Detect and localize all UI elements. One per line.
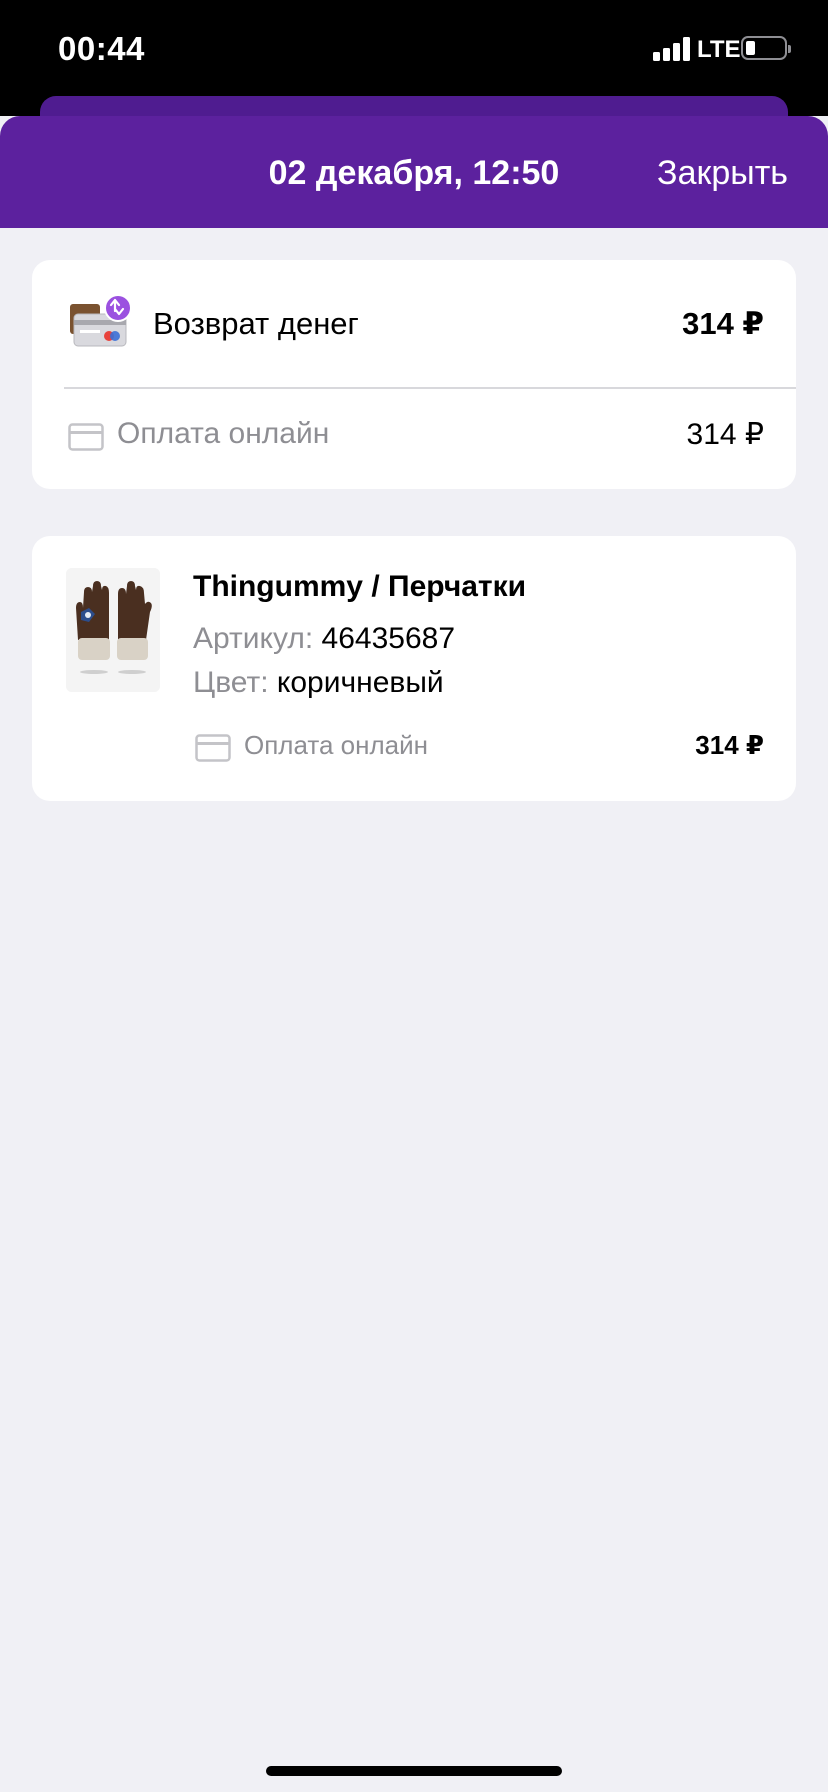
color-row: Цвет: коричневый xyxy=(193,666,444,700)
product-payment-amount: 314 ₽ xyxy=(695,730,764,760)
credit-card-icon xyxy=(68,423,104,451)
divider xyxy=(64,387,796,389)
sku-value: 46435687 xyxy=(321,622,456,655)
cellular-signal-icon xyxy=(653,37,691,61)
refund-card-icon xyxy=(68,294,134,350)
close-button[interactable]: Закрыть xyxy=(657,154,788,193)
color-value: коричневый xyxy=(276,666,444,699)
color-label: Цвет: xyxy=(193,666,269,699)
payment-method-label: Оплата онлайн xyxy=(117,417,330,450)
sku-label: Артикул: xyxy=(193,622,314,655)
product-title: Thingummy / Перчатки xyxy=(193,570,527,603)
refund-card: Возврат денег 314 ₽ Оплата онлайн 314 ₽ xyxy=(32,260,796,489)
sku-row: Артикул: 46435687 xyxy=(193,622,455,656)
home-indicator[interactable] xyxy=(266,1766,562,1776)
credit-card-icon xyxy=(195,734,231,762)
gloves-product-image[interactable] xyxy=(66,568,160,692)
product-payment-method-label: Оплата онлайн xyxy=(244,730,428,760)
refund-amount: 314 ₽ xyxy=(682,306,764,341)
refund-label: Возврат денег xyxy=(153,306,359,341)
network-type: LTE xyxy=(697,36,741,63)
payment-amount: 314 ₽ xyxy=(686,418,764,451)
product-card[interactable]: Thingummy / Перчатки Артикул: 46435687 Ц… xyxy=(32,536,796,801)
sheet-header: 02 декабря, 12:50 Закрыть xyxy=(0,116,828,228)
status-time: 00:44 xyxy=(58,30,145,67)
battery-icon xyxy=(741,36,791,60)
